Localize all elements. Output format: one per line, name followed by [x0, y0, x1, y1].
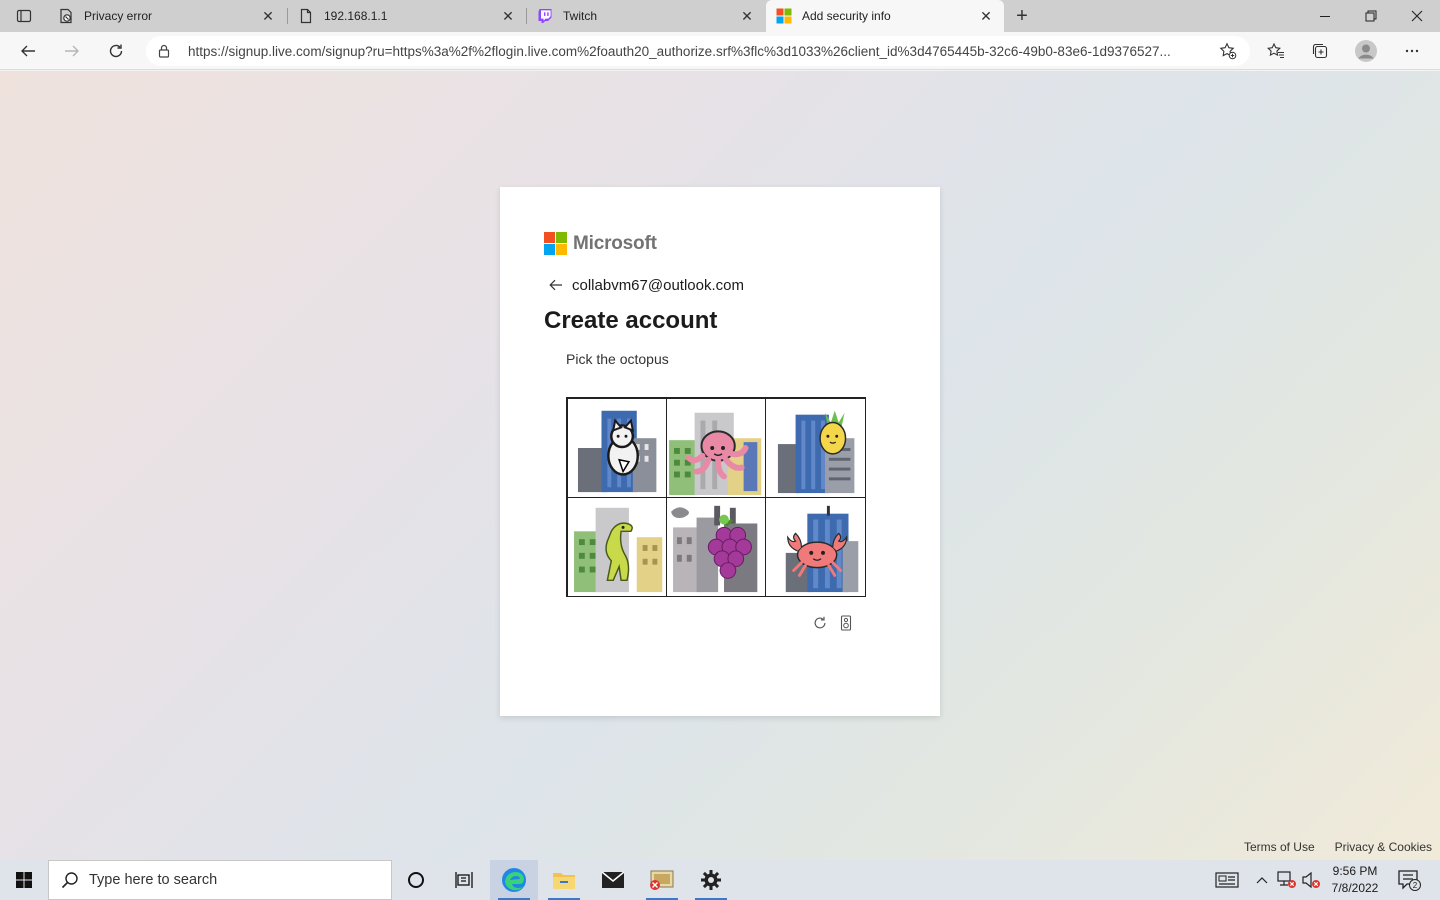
volume-muted-icon[interactable] — [1300, 860, 1322, 900]
tab-title: Privacy error — [84, 9, 153, 23]
collections-icon[interactable] — [1306, 37, 1334, 65]
notification-count: 2 — [1413, 881, 1418, 890]
address-url[interactable]: https://signup.live.com/signup?ru=https%… — [188, 44, 1214, 59]
puzzle-tile-octopus[interactable] — [665, 397, 767, 498]
tab-title: Add security info — [802, 9, 891, 23]
mail-icon[interactable] — [589, 860, 637, 900]
close-tab-icon[interactable]: ✕ — [260, 8, 276, 24]
microsoft-icon — [776, 8, 792, 24]
forward-arrow-icon[interactable] — [58, 37, 86, 65]
back-arrow-icon[interactable] — [546, 275, 566, 295]
tab-actions-icon[interactable] — [10, 6, 38, 26]
clock-date: 7/8/2022 — [1331, 881, 1379, 895]
puzzle-tile-pineapple[interactable] — [765, 397, 866, 498]
close-tab-icon[interactable]: ✕ — [739, 8, 755, 24]
puzzle-instruction: Pick the octopus — [566, 351, 669, 367]
notifications-icon[interactable]: 2 — [1392, 860, 1426, 900]
page-title: Create account — [544, 307, 718, 334]
favorites-icon[interactable] — [1262, 37, 1290, 65]
edge-taskbar-icon[interactable] — [490, 860, 538, 900]
back-arrow-icon[interactable] — [14, 37, 42, 65]
tab-title: 192.168.1.1 — [324, 9, 388, 23]
tab-twitch[interactable]: Twitch ✕ — [527, 0, 765, 32]
minimize-icon[interactable] — [1302, 0, 1348, 32]
microsoft-squares-icon — [544, 232, 567, 255]
lock-icon[interactable] — [158, 44, 174, 58]
restore-icon[interactable] — [1348, 0, 1394, 32]
more-menu-icon[interactable] — [1398, 37, 1426, 65]
file-explorer-icon[interactable] — [540, 860, 588, 900]
microsoft-wordmark: Microsoft — [573, 232, 657, 254]
taskbar: Type here to search 9:56 PM 7/8/2022 2 — [0, 860, 1440, 900]
close-window-icon[interactable] — [1394, 0, 1440, 32]
privacy-error-icon — [58, 8, 74, 24]
tab-title: Twitch — [563, 9, 598, 23]
tab-add-security-info[interactable]: Add security info ✕ — [766, 0, 1004, 32]
microsoft-logo: Microsoft — [544, 232, 657, 255]
windows-start-icon[interactable] — [0, 860, 48, 900]
search-icon — [61, 871, 81, 889]
page-icon — [298, 8, 314, 24]
close-tab-icon[interactable]: ✕ — [500, 8, 516, 24]
identity-email: collabvm67@outlook.com — [572, 276, 744, 294]
close-tab-icon[interactable]: ✕ — [978, 8, 994, 24]
refresh-icon[interactable] — [102, 37, 130, 65]
image-puzzle-grid — [566, 397, 866, 597]
taskbar-search[interactable]: Type here to search — [48, 860, 392, 900]
add-favorite-icon[interactable] — [1214, 37, 1242, 65]
touch-keyboard-icon[interactable] — [1210, 860, 1244, 900]
cortana-icon[interactable] — [392, 860, 440, 900]
identity-banner[interactable]: collabvm67@outlook.com — [544, 275, 744, 295]
system-clock[interactable]: 9:56 PM 7/8/2022 — [1326, 863, 1384, 897]
chevron-up-icon[interactable] — [1252, 860, 1272, 900]
puzzle-tile-cat[interactable] — [566, 397, 667, 498]
twitch-icon — [537, 8, 553, 24]
tab-router[interactable]: 192.168.1.1 ✕ — [288, 0, 526, 32]
task-view-icon[interactable] — [440, 860, 488, 900]
network-disconnected-icon[interactable] — [1276, 860, 1298, 900]
network-app-icon[interactable] — [638, 860, 686, 900]
tab-privacy-error[interactable]: Privacy error ✕ — [48, 0, 286, 32]
puzzle-tile-dinosaur[interactable] — [566, 496, 667, 597]
puzzle-tools — [812, 614, 854, 632]
terms-of-use-link[interactable]: Terms of Use — [1244, 840, 1315, 854]
privacy-cookies-link[interactable]: Privacy & Cookies — [1335, 840, 1432, 854]
page-background: Microsoft collabvm67@outlook.com Create … — [0, 71, 1440, 860]
audio-challenge-icon[interactable] — [838, 614, 854, 632]
search-placeholder: Type here to search — [89, 872, 218, 888]
footer-links: Terms of Use Privacy & Cookies — [1244, 840, 1432, 854]
new-tab-icon[interactable]: + — [1010, 4, 1034, 28]
settings-gear-icon[interactable] — [687, 860, 735, 900]
browser-toolbar: https://signup.live.com/signup?ru=https%… — [0, 32, 1440, 70]
puzzle-tile-crab[interactable] — [765, 496, 866, 597]
reload-icon[interactable] — [812, 614, 828, 632]
signup-card: Microsoft collabvm67@outlook.com Create … — [500, 187, 940, 716]
profile-avatar-icon[interactable] — [1352, 37, 1380, 65]
clock-time: 9:56 PM — [1332, 864, 1378, 878]
tab-strip: Privacy error ✕ 192.168.1.1 ✕ Twitch ✕ A… — [0, 0, 1440, 32]
address-bar[interactable]: https://signup.live.com/signup?ru=https%… — [146, 36, 1250, 66]
puzzle-tile-grapes[interactable] — [665, 496, 767, 597]
